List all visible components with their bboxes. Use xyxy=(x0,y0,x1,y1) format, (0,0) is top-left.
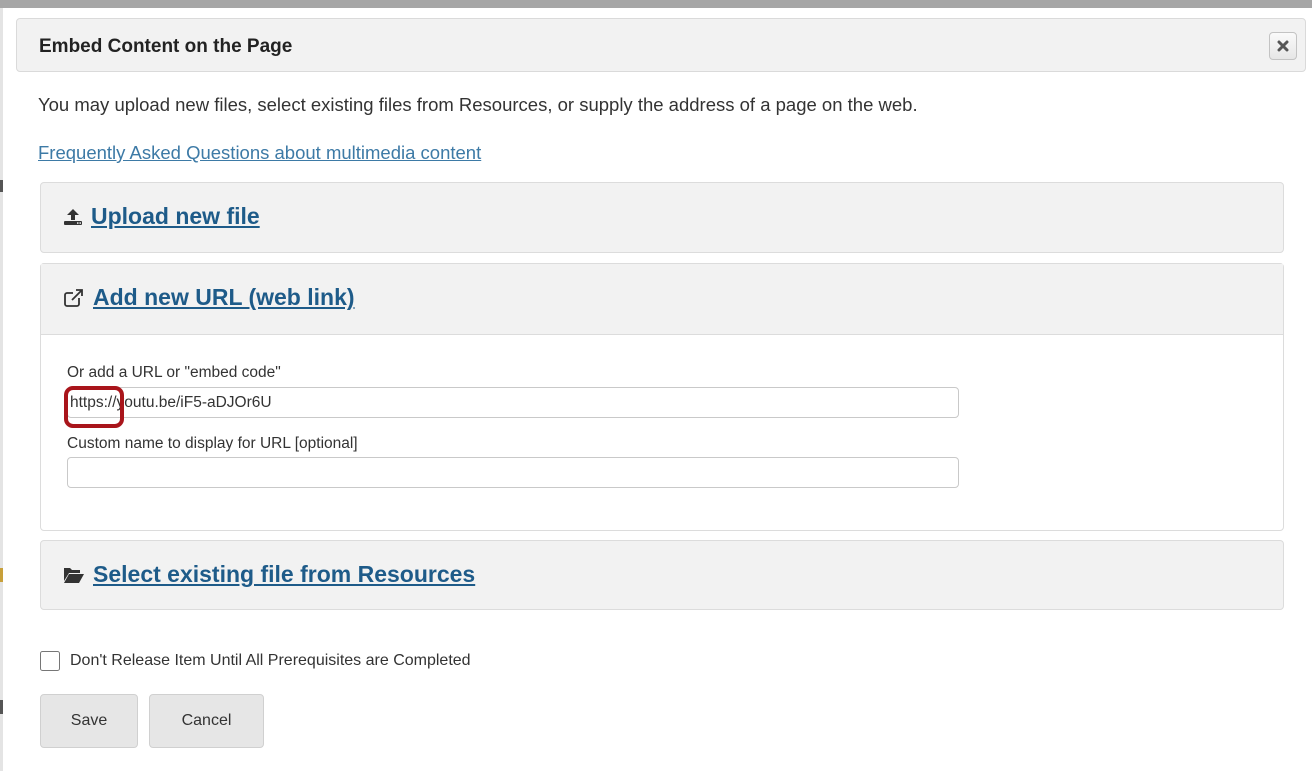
upload-panel: Upload new file xyxy=(40,182,1284,253)
folder-open-icon xyxy=(63,566,85,584)
edge-marker xyxy=(0,180,3,192)
select-existing-file-link[interactable]: Select existing file from Resources xyxy=(63,561,475,588)
upload-new-file-label: Upload new file xyxy=(91,203,260,229)
save-button[interactable]: Save xyxy=(40,694,138,748)
edge-marker xyxy=(0,700,3,714)
cancel-button[interactable]: Cancel xyxy=(149,694,264,748)
add-url-panel-header: Add new URL (web link) xyxy=(41,264,1283,335)
resources-panel: Select existing file from Resources xyxy=(40,540,1284,610)
window-top-border xyxy=(0,0,1312,8)
prerequisite-row: Don't Release Item Until All Prerequisit… xyxy=(40,651,471,671)
dialog-header: Embed Content on the Page xyxy=(16,18,1306,72)
url-field-label: Or add a URL or "embed code" xyxy=(67,364,281,381)
select-existing-file-label: Select existing file from Resources xyxy=(93,561,476,587)
faq-link[interactable]: Frequently Asked Questions about multime… xyxy=(38,142,481,164)
prerequisite-label: Don't Release Item Until All Prerequisit… xyxy=(70,652,471,669)
dialog-title: Embed Content on the Page xyxy=(39,36,293,57)
upload-icon xyxy=(63,208,83,226)
custom-name-input[interactable] xyxy=(67,457,959,488)
url-input[interactable] xyxy=(67,387,959,418)
external-link-icon xyxy=(63,288,85,308)
prerequisite-checkbox[interactable] xyxy=(40,651,60,671)
add-url-panel: Add new URL (web link) Or add a URL or "… xyxy=(40,263,1284,531)
upload-new-file-link[interactable]: Upload new file xyxy=(63,203,260,230)
close-icon xyxy=(1277,40,1289,52)
add-new-url-link[interactable]: Add new URL (web link) xyxy=(63,284,355,311)
page-left-edge xyxy=(0,8,3,771)
add-new-url-label: Add new URL (web link) xyxy=(93,284,355,310)
intro-text: You may upload new files, select existin… xyxy=(38,94,918,115)
edge-marker xyxy=(0,568,3,582)
close-button[interactable] xyxy=(1269,32,1297,60)
custom-name-label: Custom name to display for URL [optional… xyxy=(67,435,358,452)
